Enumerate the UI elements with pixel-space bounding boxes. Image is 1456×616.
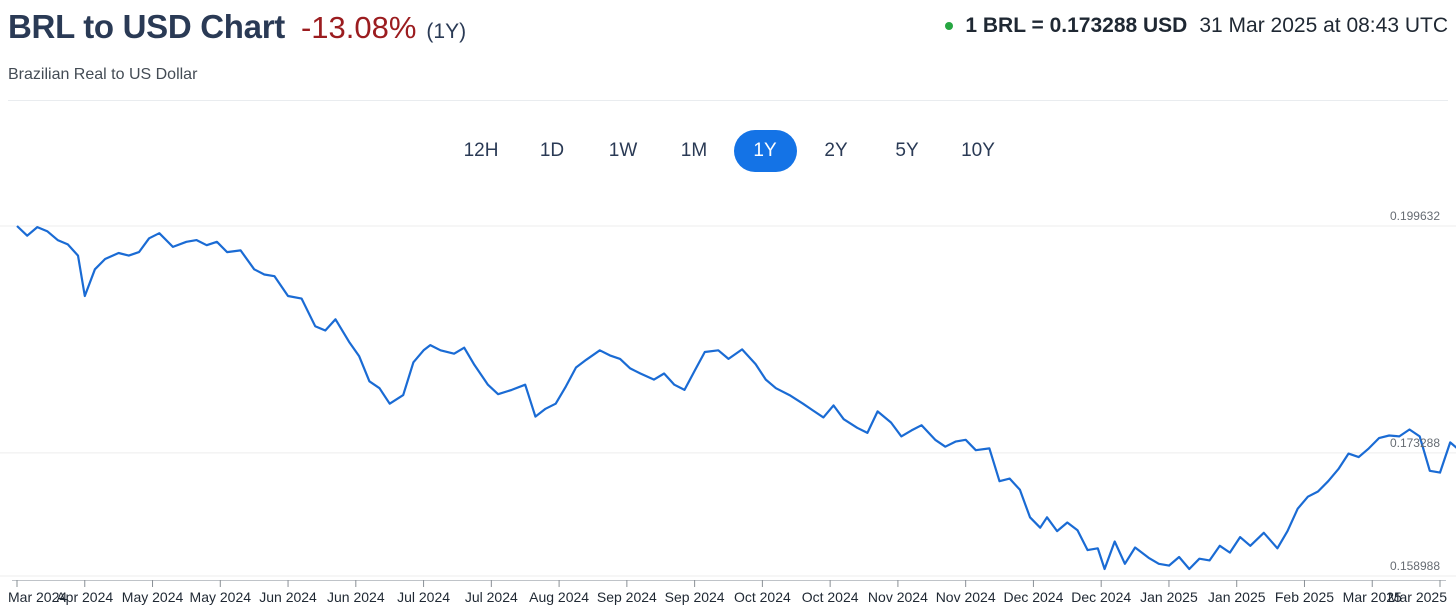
x-tick-label-11: Oct 2024 xyxy=(734,589,791,605)
x-tick-label-10: Sep 2024 xyxy=(665,589,725,605)
y-tick-label-1: 0.173288 xyxy=(1390,436,1440,450)
x-tick-label-13: Nov 2024 xyxy=(868,589,928,605)
x-tick-label-7: Jul 2024 xyxy=(465,589,518,605)
x-tick-label-14: Nov 2024 xyxy=(936,589,996,605)
x-tick-label-3: May 2024 xyxy=(190,589,252,605)
x-tick-label-17: Jan 2025 xyxy=(1140,589,1198,605)
x-tick-label-5: Jun 2024 xyxy=(327,589,385,605)
x-tick-label-1: Apr 2024 xyxy=(56,589,113,605)
x-tick-label-21: Mar 2025 xyxy=(1388,589,1447,605)
x-tick-label-19: Feb 2025 xyxy=(1275,589,1334,605)
x-tick-label-8: Aug 2024 xyxy=(529,589,589,605)
x-tick-label-9: Sep 2024 xyxy=(597,589,657,605)
x-tick-label-15: Dec 2024 xyxy=(1003,589,1063,605)
x-tick-label-12: Oct 2024 xyxy=(802,589,859,605)
y-tick-label-0: 0.199632 xyxy=(1390,209,1440,223)
x-tick-label-16: Dec 2024 xyxy=(1071,589,1131,605)
x-tick-label-18: Jan 2025 xyxy=(1208,589,1266,605)
x-tick-label-2: May 2024 xyxy=(122,589,184,605)
line-chart[interactable]: 0.1996320.1732880.158988Mar 2024Apr 2024… xyxy=(0,0,1456,616)
series-line xyxy=(16,225,1456,571)
x-tick-label-6: Jul 2024 xyxy=(397,589,450,605)
x-tick-label-4: Jun 2024 xyxy=(259,589,317,605)
y-tick-label-2: 0.158988 xyxy=(1390,559,1440,573)
